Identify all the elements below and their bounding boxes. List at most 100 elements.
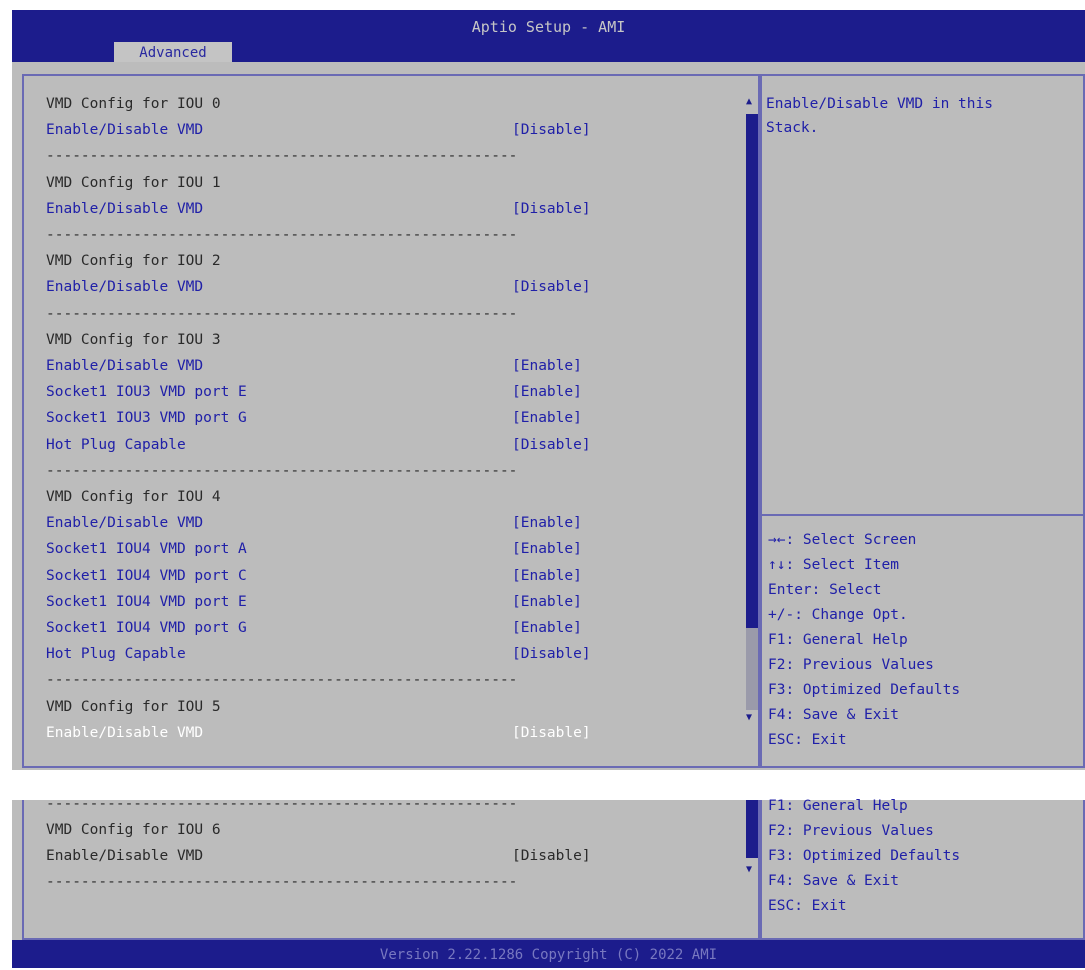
setting-label: Enable/Disable VMD [46, 848, 204, 864]
setting-value[interactable]: [Enable] [512, 380, 582, 404]
key-hint: +/-: Change Opt. [768, 607, 908, 623]
help-text: Enable/Disable VMD in this Stack. [766, 96, 993, 136]
setting-value[interactable]: [Enable] [512, 616, 582, 640]
setting-label: Socket1 IOU3 VMD port G [46, 410, 247, 427]
separator: ----------------------------------------… [46, 668, 766, 692]
separator-line: ----------------------------------------… [46, 462, 518, 479]
separator: ----------------------------------------… [46, 144, 766, 168]
setting-value[interactable]: [Enable] [512, 354, 582, 378]
setting-label: VMD Config for IOU 3 [46, 331, 221, 348]
setting-label: VMD Config for IOU 4 [46, 489, 221, 505]
section-heading: VMD Config for IOU 4 [46, 485, 766, 509]
section-heading: VMD Config for IOU 1 [46, 171, 766, 195]
key-hint: ↑↓: Select Item [768, 557, 899, 573]
setting-label: Enable/Disable VMD [46, 200, 204, 217]
setting-value[interactable]: [Disable] [512, 433, 591, 457]
setting-label: VMD Config for IOU 5 [46, 698, 221, 715]
separator-line: ----------------------------------------… [46, 148, 518, 165]
setting-row[interactable]: Socket1 IOU4 VMD port G [Enable] [46, 616, 766, 640]
section-heading: VMD Config for IOU 5 [46, 695, 766, 719]
setting-value[interactable]: [Disable] [512, 197, 591, 221]
key-legend-lower: F1: General Help F2: Previous Values F3: O… [768, 794, 960, 919]
setting-label: Hot Plug Capable [46, 436, 186, 453]
setting-value[interactable]: [Enable] [512, 511, 582, 535]
section-heading: VMD Config for IOU 0 [46, 92, 766, 116]
setting-label: VMD Config for IOU 0 [46, 96, 221, 112]
setting-value[interactable]: [Enable] [512, 406, 582, 430]
scrollbar-thumb[interactable] [746, 114, 758, 628]
setting-label: Hot Plug Capable [46, 646, 186, 663]
separator-line: ----------------------------------------… [46, 796, 518, 812]
setting-value: [Disable] [512, 848, 591, 864]
setting-row[interactable]: Enable/Disable VMD [Disable] [46, 197, 766, 221]
setting-row[interactable]: Enable/Disable VMD [Enable] [46, 354, 766, 378]
settings-list: VMD Config for IOU 0 Enable/Disable VMD [D… [46, 92, 746, 762]
setting-value[interactable]: [Enable] [512, 590, 582, 614]
lower-panel: ----------------------------------------… [12, 796, 1085, 940]
setting-value[interactable]: [Enable] [512, 537, 582, 561]
key-hint: F2: Previous Values [768, 657, 934, 673]
help-divider [762, 514, 1085, 516]
separator-line: ----------------------------------------… [46, 305, 518, 322]
footer-version: Version 2.22.1286 Copyright (C) 2022 AMI [12, 940, 1085, 968]
setting-value[interactable]: [Disable] [512, 721, 591, 745]
key-hint: F1: General Help [768, 632, 908, 648]
setting-label: Socket1 IOU3 VMD port E [46, 384, 247, 401]
setting-row: Enable/Disable VMD [Disable] [46, 844, 766, 868]
title-bar: Aptio Setup - AMI Advanced [12, 10, 1085, 64]
key-hint: →←: Select Screen [768, 532, 917, 548]
setting-label: Enable/Disable VMD [46, 122, 204, 139]
setting-row[interactable]: Enable/Disable VMD [Disable] [46, 721, 766, 745]
key-hint: F4: Save & Exit [768, 873, 899, 889]
setting-value[interactable]: [Disable] [512, 118, 591, 142]
setting-row[interactable]: Socket1 IOU3 VMD port E [Enable] [46, 380, 766, 404]
setting-label: VMD Config for IOU 2 [46, 253, 221, 270]
setting-row[interactable]: Socket1 IOU4 VMD port A [Enable] [46, 537, 766, 561]
key-hint: F2: Previous Values [768, 823, 934, 839]
setting-label: Enable/Disable VMD [46, 515, 204, 532]
setting-row[interactable]: Enable/Disable VMD [Disable] [46, 118, 766, 142]
separator: ----------------------------------------… [46, 792, 766, 816]
setting-label: VMD Config for IOU 6 [46, 822, 221, 838]
setting-row[interactable]: Socket1 IOU4 VMD port C [Enable] [46, 564, 766, 588]
separator-line: ----------------------------------------… [46, 672, 518, 689]
key-legend: →←: Select Screen ↑↓: Select Item Enter: S… [768, 528, 960, 753]
separator: ----------------------------------------… [46, 870, 766, 894]
scrollbar-lower[interactable] [746, 800, 758, 858]
setting-value[interactable]: [Disable] [512, 275, 591, 299]
separator: ----------------------------------------… [46, 459, 766, 483]
setting-label: Enable/Disable VMD [46, 724, 204, 741]
app-title: Aptio Setup - AMI [471, 18, 626, 36]
setting-row[interactable]: Socket1 IOU3 VMD port G [Enable] [46, 406, 766, 430]
key-hint: ESC: Exit [768, 732, 847, 748]
setting-row[interactable]: Socket1 IOU4 VMD port E [Enable] [46, 590, 766, 614]
setting-row[interactable]: Enable/Disable VMD [Enable] [46, 511, 766, 535]
setting-row[interactable]: Enable/Disable VMD [Disable] [46, 275, 766, 299]
section-heading: VMD Config for IOU 6 [46, 818, 766, 842]
main-panel: VMD Config for IOU 0 Enable/Disable VMD [D… [12, 62, 1085, 770]
setting-label: Socket1 IOU4 VMD port C [46, 567, 247, 584]
section-heading: VMD Config for IOU 2 [46, 249, 766, 273]
setting-label: Enable/Disable VMD [46, 358, 204, 374]
setting-label: Enable/Disable VMD [46, 279, 204, 296]
setting-value[interactable]: [Disable] [512, 642, 591, 666]
scrollbar[interactable] [746, 114, 758, 710]
separator: ----------------------------------------… [46, 302, 766, 326]
separator-line: ----------------------------------------… [46, 227, 518, 243]
setting-row[interactable]: Hot Plug Capable [Disable] [46, 642, 766, 666]
setting-row[interactable]: Hot Plug Capable [Disable] [46, 433, 766, 457]
separator: ----------------------------------------… [46, 223, 766, 247]
key-hint: Enter: Select [768, 582, 882, 598]
setting-label: Socket1 IOU4 VMD port E [46, 593, 247, 610]
settings-list-lower: ----------------------------------------… [46, 792, 746, 922]
scroll-down-arrow-icon-lower[interactable]: ▼ [746, 864, 752, 875]
key-hint: ESC: Exit [768, 898, 847, 914]
separator-line: ----------------------------------------… [46, 874, 518, 890]
scroll-down-arrow-icon[interactable]: ▼ [746, 712, 752, 723]
setting-label: Socket1 IOU4 VMD port A [46, 541, 247, 558]
key-hint: F4: Save & Exit [768, 707, 899, 723]
setting-value[interactable]: [Enable] [512, 564, 582, 588]
scroll-up-arrow-icon[interactable]: ▲ [746, 96, 752, 107]
tab-advanced[interactable]: Advanced [114, 42, 232, 64]
section-heading: VMD Config for IOU 3 [46, 328, 766, 352]
